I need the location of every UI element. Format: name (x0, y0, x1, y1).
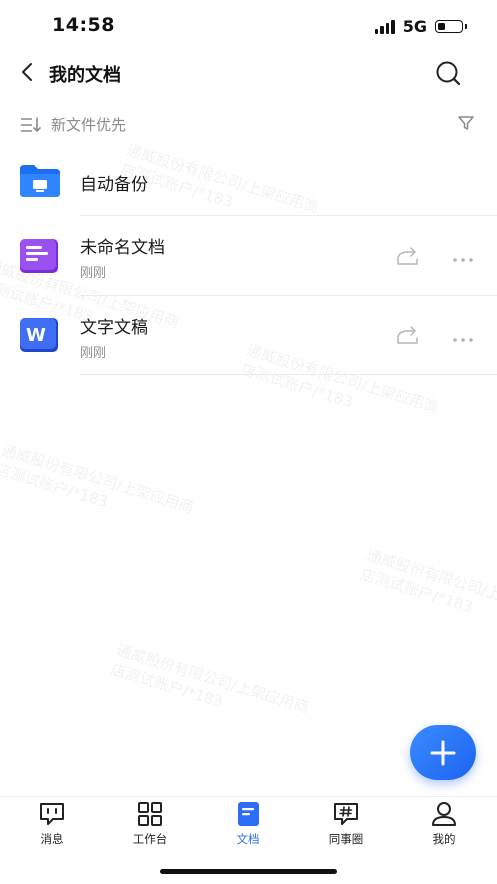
back-button[interactable] (16, 60, 40, 84)
file-title: 未命名文档 (80, 238, 165, 258)
share-button[interactable] (396, 246, 420, 266)
more-icon (453, 258, 473, 262)
list-item[interactable]: 未命名文档 刚刚 (0, 220, 497, 294)
filter-button[interactable] (457, 114, 475, 132)
page-title: 我的文档 (49, 65, 121, 86)
tab-label: 我的 (432, 832, 456, 846)
search-button[interactable] (434, 59, 462, 87)
tab-colleague-circle[interactable]: 同事圈 (306, 801, 386, 847)
plus-icon (430, 740, 456, 765)
tab-workbench[interactable]: 工作台 (110, 801, 190, 847)
list-item[interactable]: 自动备份 (0, 150, 497, 214)
file-time: 刚刚 (80, 266, 107, 281)
home-indicator (160, 869, 337, 874)
tab-documents[interactable]: 文档 (208, 801, 288, 847)
tab-messages[interactable]: 消息 (12, 801, 92, 847)
share-icon (397, 326, 418, 344)
grid-icon (138, 802, 162, 826)
signal-icon (374, 19, 395, 34)
file-title: 文字文稿 (80, 318, 148, 338)
watermark-line: 通威股份有限公司/上架应用商 (364, 545, 497, 622)
network-type: 5G (402, 17, 427, 36)
word-icon: W (20, 318, 58, 352)
battery-icon (435, 20, 467, 33)
tab-me[interactable]: 我的 (404, 801, 484, 847)
more-icon (453, 338, 473, 342)
folder-icon (20, 165, 60, 197)
watermark-line: 通威股份有限公司/上架应用商 (114, 640, 312, 717)
tab-label: 文档 (236, 832, 260, 846)
divider (80, 374, 497, 375)
filter-icon (458, 116, 474, 130)
watermark: 通威股份有限公司/上架应用商 店测试账户/*183 (358, 545, 497, 642)
doc-purple-icon (20, 239, 58, 273)
watermark: 通威股份有限公司/上架应用商 店测试账户/*183 (0, 440, 196, 537)
person-icon (432, 802, 456, 826)
divider (80, 215, 497, 216)
divider (80, 295, 497, 296)
message-icon (40, 803, 64, 825)
watermark-line: 店测试账户/*183 (108, 660, 225, 712)
file-title: 自动备份 (80, 175, 148, 195)
more-button[interactable] (452, 330, 474, 342)
create-button[interactable] (410, 725, 476, 780)
tab-label: 消息 (40, 832, 64, 846)
tab-label: 同事圈 (328, 832, 364, 846)
battery-fill (438, 23, 445, 30)
word-icon-letter: W (26, 325, 46, 346)
hashtag-chat-icon (334, 803, 358, 825)
sort-label: 新文件优先 (51, 116, 127, 134)
status-indicators: 5G (374, 17, 467, 36)
watermark: 通威股份有限公司/上架应用商 店测试账户/*183 (108, 640, 311, 737)
watermark-line: 店测试账户/*183 (358, 565, 475, 617)
search-icon (436, 61, 461, 86)
chevron-left-icon (22, 63, 32, 81)
share-button[interactable] (396, 325, 420, 345)
status-time: 14:58 (52, 14, 115, 36)
file-time: 刚刚 (80, 346, 107, 361)
sort-icon (21, 117, 41, 133)
document-icon (238, 802, 259, 826)
list-item[interactable]: W 文字文稿 刚刚 (0, 298, 497, 372)
battery-cap (464, 24, 467, 29)
share-icon (397, 247, 418, 265)
watermark-line: 店测试账户/*183 (0, 460, 110, 512)
more-button[interactable] (452, 250, 474, 262)
watermark-line: 通威股份有限公司/上架应用商 (0, 440, 197, 517)
tab-label: 工作台 (132, 832, 168, 846)
